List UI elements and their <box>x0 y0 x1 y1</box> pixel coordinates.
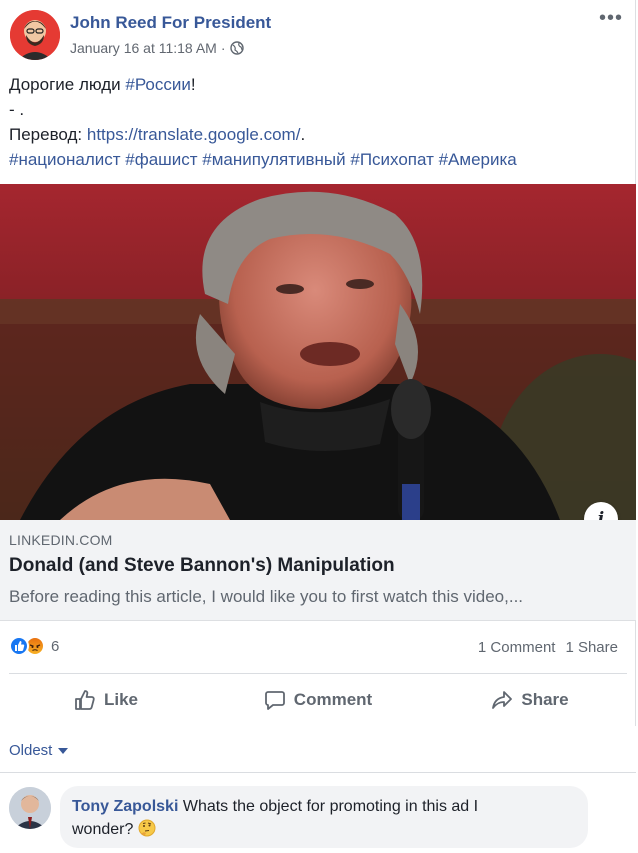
hashtags-line[interactable]: #националист #фашист #манипулятивный #Пс… <box>9 148 517 172</box>
share-button[interactable]: Share <box>424 675 636 725</box>
post-text: . <box>300 125 306 144</box>
like-label: Like <box>103 690 139 709</box>
sort-label: Oldest <box>9 742 53 759</box>
more-options-button[interactable]: ••• <box>599 8 623 28</box>
post-text-line-2: - . <box>9 100 25 119</box>
comment-icon <box>264 689 286 711</box>
preview-title[interactable]: Donald (and Steve Bannon's) Manipulation <box>9 555 395 577</box>
thinking-face-icon <box>138 819 156 837</box>
comment-label: Comment <box>293 690 373 709</box>
thumbs-up-icon <box>74 689 96 711</box>
shares-count-link[interactable]: 1 Share <box>565 639 618 656</box>
comments-count-link[interactable]: 1 Comment <box>478 639 556 656</box>
comment-sort-dropdown[interactable]: Oldest <box>9 742 69 759</box>
post-author-name[interactable]: John Reed For President <box>70 13 271 33</box>
post-meta: January 16 at 11:18 AM · <box>70 40 244 56</box>
comment-sort-row: Oldest <box>0 726 636 772</box>
reaction-count: 6 <box>51 637 60 655</box>
translation-label: Перевод: <box>9 125 87 144</box>
comment-bubble: Tony Zapolski Whats the object for promo… <box>60 786 588 848</box>
hashtag-link[interactable]: #России <box>125 75 191 94</box>
commenter-avatar[interactable] <box>9 787 51 829</box>
page-avatar[interactable] <box>10 10 60 60</box>
like-reaction-icon <box>9 636 29 656</box>
commenter-name[interactable]: Tony Zapolski <box>72 798 178 815</box>
meta-separator: · <box>220 40 226 56</box>
post-text-line-3: Перевод: https://translate.google.com/. <box>9 123 305 147</box>
preview-description: Before reading this article, I would lik… <box>9 587 524 606</box>
post-actions: Like Comment Share <box>0 675 636 725</box>
share-label: Share <box>521 690 569 709</box>
engagement-stats: 1 Comment 1 Share <box>478 639 618 656</box>
globe-icon <box>229 41 244 55</box>
post-text: Дорогие люди <box>9 75 126 94</box>
post-timestamp[interactable]: January 16 at 11:18 AM <box>70 40 217 56</box>
comments-list: Tony Zapolski Whats the object for promo… <box>0 773 636 853</box>
divider <box>9 673 627 674</box>
post-card: John Reed For President January 16 at 11… <box>0 0 636 853</box>
share-arrow-icon <box>491 689 513 711</box>
comment-text: Whats the object for promoting in this a… <box>178 798 479 815</box>
reactions-summary[interactable]: 6 <box>9 636 59 656</box>
link-preview[interactable]: LINKEDIN.COM Donald (and Steve Bannon's)… <box>0 520 636 621</box>
comment-button[interactable]: Comment <box>212 675 424 725</box>
comment-text: wonder? <box>72 821 138 838</box>
link-preview-image[interactable] <box>0 184 636 520</box>
post-text: ! <box>190 75 196 94</box>
caret-down-icon <box>58 747 69 754</box>
preview-domain: LINKEDIN.COM <box>9 532 113 548</box>
translate-link[interactable]: https://translate.google.com/ <box>87 125 301 144</box>
like-button[interactable]: Like <box>0 675 212 725</box>
post-text-line-1: Дорогие люди #России! <box>9 73 196 97</box>
